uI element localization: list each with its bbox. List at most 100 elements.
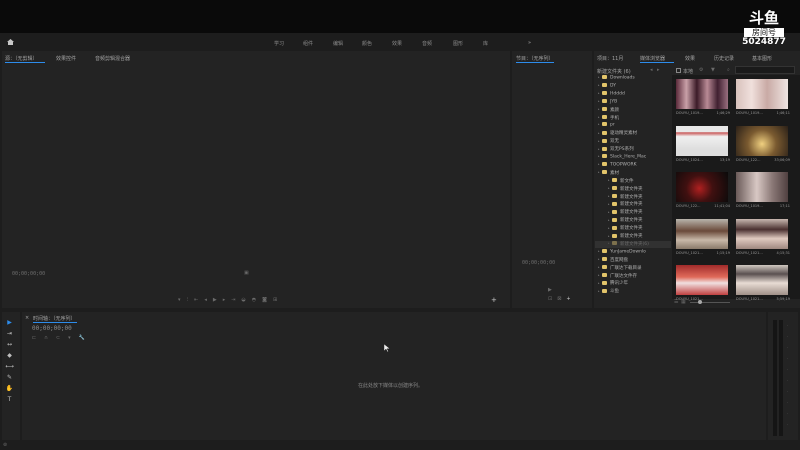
workspace-more-icon[interactable]: » [528,40,531,46]
list-view-icon[interactable]: ☰ [674,299,678,305]
snap-icon[interactable]: ∩ [44,335,56,341]
timeline-tab[interactable]: 时间轴：（无序列） [33,315,76,322]
folder-tree-item[interactable]: ▸ 双无 [596,138,670,145]
folder-tree-item[interactable]: ▸ 百度网盘 [596,257,670,264]
filter-icon[interactable]: ▼ [711,67,715,73]
folder-tree-item[interactable]: ▸ 新文件 [596,178,670,185]
nav-back-icon[interactable]: ◂ [650,67,653,73]
media-thumbnail-item[interactable]: DOUYU_122... 11;41;04 [676,172,730,214]
home-icon[interactable] [7,39,14,45]
workspace-tab[interactable]: 编辑 [333,40,343,47]
folder-tree-item[interactable]: ▸ 驱动精灵素材 [596,130,670,137]
overwrite-icon[interactable]: ◓ [252,297,262,303]
media-thumbnail[interactable] [736,125,788,156]
timeline-close-icon[interactable]: × [25,315,29,321]
project-panel-tab[interactable]: 项目：11月 [597,55,623,62]
search-input[interactable] [735,66,795,74]
mark-out-icon[interactable]: ⁝ [187,297,195,303]
pen-icon[interactable]: ✎ [5,374,14,382]
lift-icon[interactable]: ⊡ [548,296,557,302]
folder-tree-item[interactable]: ▸ 新建文件夹 [596,186,670,193]
folder-tree-item[interactable]: ▸ YunJameDownlo [596,248,670,256]
folder-tree-item[interactable]: ▸ 素材 [596,170,670,177]
mark-in-icon[interactable]: ▾ [178,297,187,303]
folder-tree-item[interactable]: ▸ TOOPWORK [596,161,670,169]
slip-icon[interactable]: ⟷ [5,363,14,371]
type-icon[interactable]: T [5,396,14,404]
media-thumbnail-item[interactable]: DOUYU_1024... 13;19 [676,125,730,168]
folder-tree-item[interactable]: ▸ 广联达文件存 [596,273,670,280]
export-frame-icon[interactable]: ◙ [262,297,273,303]
project-panel-tab[interactable]: 基本图形 [752,55,772,62]
source-panel-tab[interactable]: 源：（无剪辑） [5,55,38,62]
icon-view-icon[interactable]: ▦ [681,299,686,305]
folder-tree-item[interactable]: ▸ 新建文件夹 [596,201,670,208]
nest-icon[interactable]: ⊏ [32,335,44,341]
go-out-icon[interactable]: ⇥ [231,297,241,303]
media-thumbnail[interactable] [736,218,788,249]
folder-tree-item[interactable]: ▸ 新建文件夹 [596,194,670,201]
media-thumbnail-item[interactable]: DOUYU_1019... 1;46;29 [676,79,730,121]
step-back-frame-icon[interactable]: ◂ [204,297,213,303]
media-thumbnail-item[interactable]: DOUYU_1021... 5;59;19 [736,265,790,307]
folder-tree-item[interactable]: ▸ 新建文件夹 [596,217,670,224]
workspace-tab[interactable]: 颜色 [362,40,372,47]
folder-tree-item[interactable]: ▸ 手机 [596,115,670,122]
workspace-tab[interactable]: 库 [483,40,488,47]
workspace-tab[interactable]: 图形 [453,40,463,47]
nav-forward-icon[interactable]: ▸ [657,67,660,73]
ripple-edit-icon[interactable]: ↔ [5,341,14,349]
media-thumbnail-item[interactable]: DOUYU_122... 33;06;09 [736,125,790,168]
folder-tree-item[interactable]: ▸ pr [596,122,670,129]
folder-tree-item[interactable]: ▸ 斗鱼 [596,288,670,295]
folder-tree-item[interactable]: ▸ 新建文件夹 [596,209,670,216]
media-thumbnail-item[interactable]: DOUYU_1019... 17;11 [736,172,790,214]
media-thumbnail-item[interactable]: DOUYU_1021... 1;15;19 [676,218,730,261]
step-forward-icon[interactable]: ▸ [223,297,232,303]
source-panel-tab[interactable]: 效果控件 [56,55,76,62]
media-thumbnail-item[interactable]: DOUYU_1021... 4;15;31 [736,218,790,261]
folder-tree-item[interactable]: ▸ 素颜 [596,107,670,114]
media-thumbnail[interactable] [736,79,788,109]
folder-tree-item[interactable]: ▸ 新建文件夹 [596,233,670,240]
media-thumbnail[interactable] [676,79,728,109]
source-panel-tab[interactable]: 音频剪辑混合器 [95,55,130,62]
track-select-icon[interactable]: ⇥ [5,330,14,338]
button-editor-icon[interactable]: ⊞ [273,297,283,303]
workspace-tab[interactable]: 学习 [274,40,284,47]
path-dropdown[interactable]: 新建文件夹 (6) [597,68,631,75]
zoom-slider-handle[interactable] [698,300,702,304]
marker-icon[interactable]: ▾ [68,335,79,341]
media-thumbnail[interactable] [676,172,728,202]
program-add-button[interactable]: + [566,296,575,302]
linked-icon[interactable]: ⊂ [56,335,68,341]
wrench-icon[interactable]: ⚙ [699,67,703,73]
folder-tree-item[interactable]: ▸ 腾讯少年 [596,280,670,287]
workspace-tab[interactable]: 音频 [422,40,432,47]
project-panel-tab[interactable]: 历史记录 [714,55,734,62]
zoom-slider[interactable] [690,302,730,303]
folder-tree-item[interactable]: ▸ Downloads [596,75,670,82]
source-fit-icon[interactable]: ▣ [244,270,249,276]
folder-tree-item[interactable]: ▸ Slack_Here_Mac [596,154,670,161]
workspace-tab[interactable]: 组件 [303,40,313,47]
folder-tree-item[interactable]: ▸ 双无PS系列 [596,146,670,153]
hand-icon[interactable]: ✋ [5,385,14,393]
folder-tree-item[interactable]: ▸ 新建文件夹 [596,225,670,232]
folder-tree-item[interactable]: ▸ 广联达下载目录 [596,265,670,272]
selection-tool-icon[interactable]: ▶ [5,319,14,327]
media-thumbnail[interactable] [736,172,788,202]
folder-tree-item[interactable]: ▸ JYB [596,98,670,106]
program-play-icon[interactable]: ▶ [548,287,552,293]
media-thumbnail[interactable] [676,265,728,295]
local-checkbox[interactable] [676,68,681,73]
insert-icon[interactable]: ◒ [241,297,251,303]
folder-tree-item[interactable]: ▸ DY [596,82,670,90]
workspace-tab[interactable]: 效果 [392,40,402,47]
play-icon[interactable]: ▶ [213,297,223,303]
project-panel-tab[interactable]: 媒体浏览器 [640,55,665,62]
razor-icon[interactable]: ◆ [5,352,14,360]
media-thumbnail[interactable] [676,125,728,156]
step-back-icon[interactable]: ⇤ [194,297,204,303]
source-add-button[interactable]: + [491,296,497,304]
